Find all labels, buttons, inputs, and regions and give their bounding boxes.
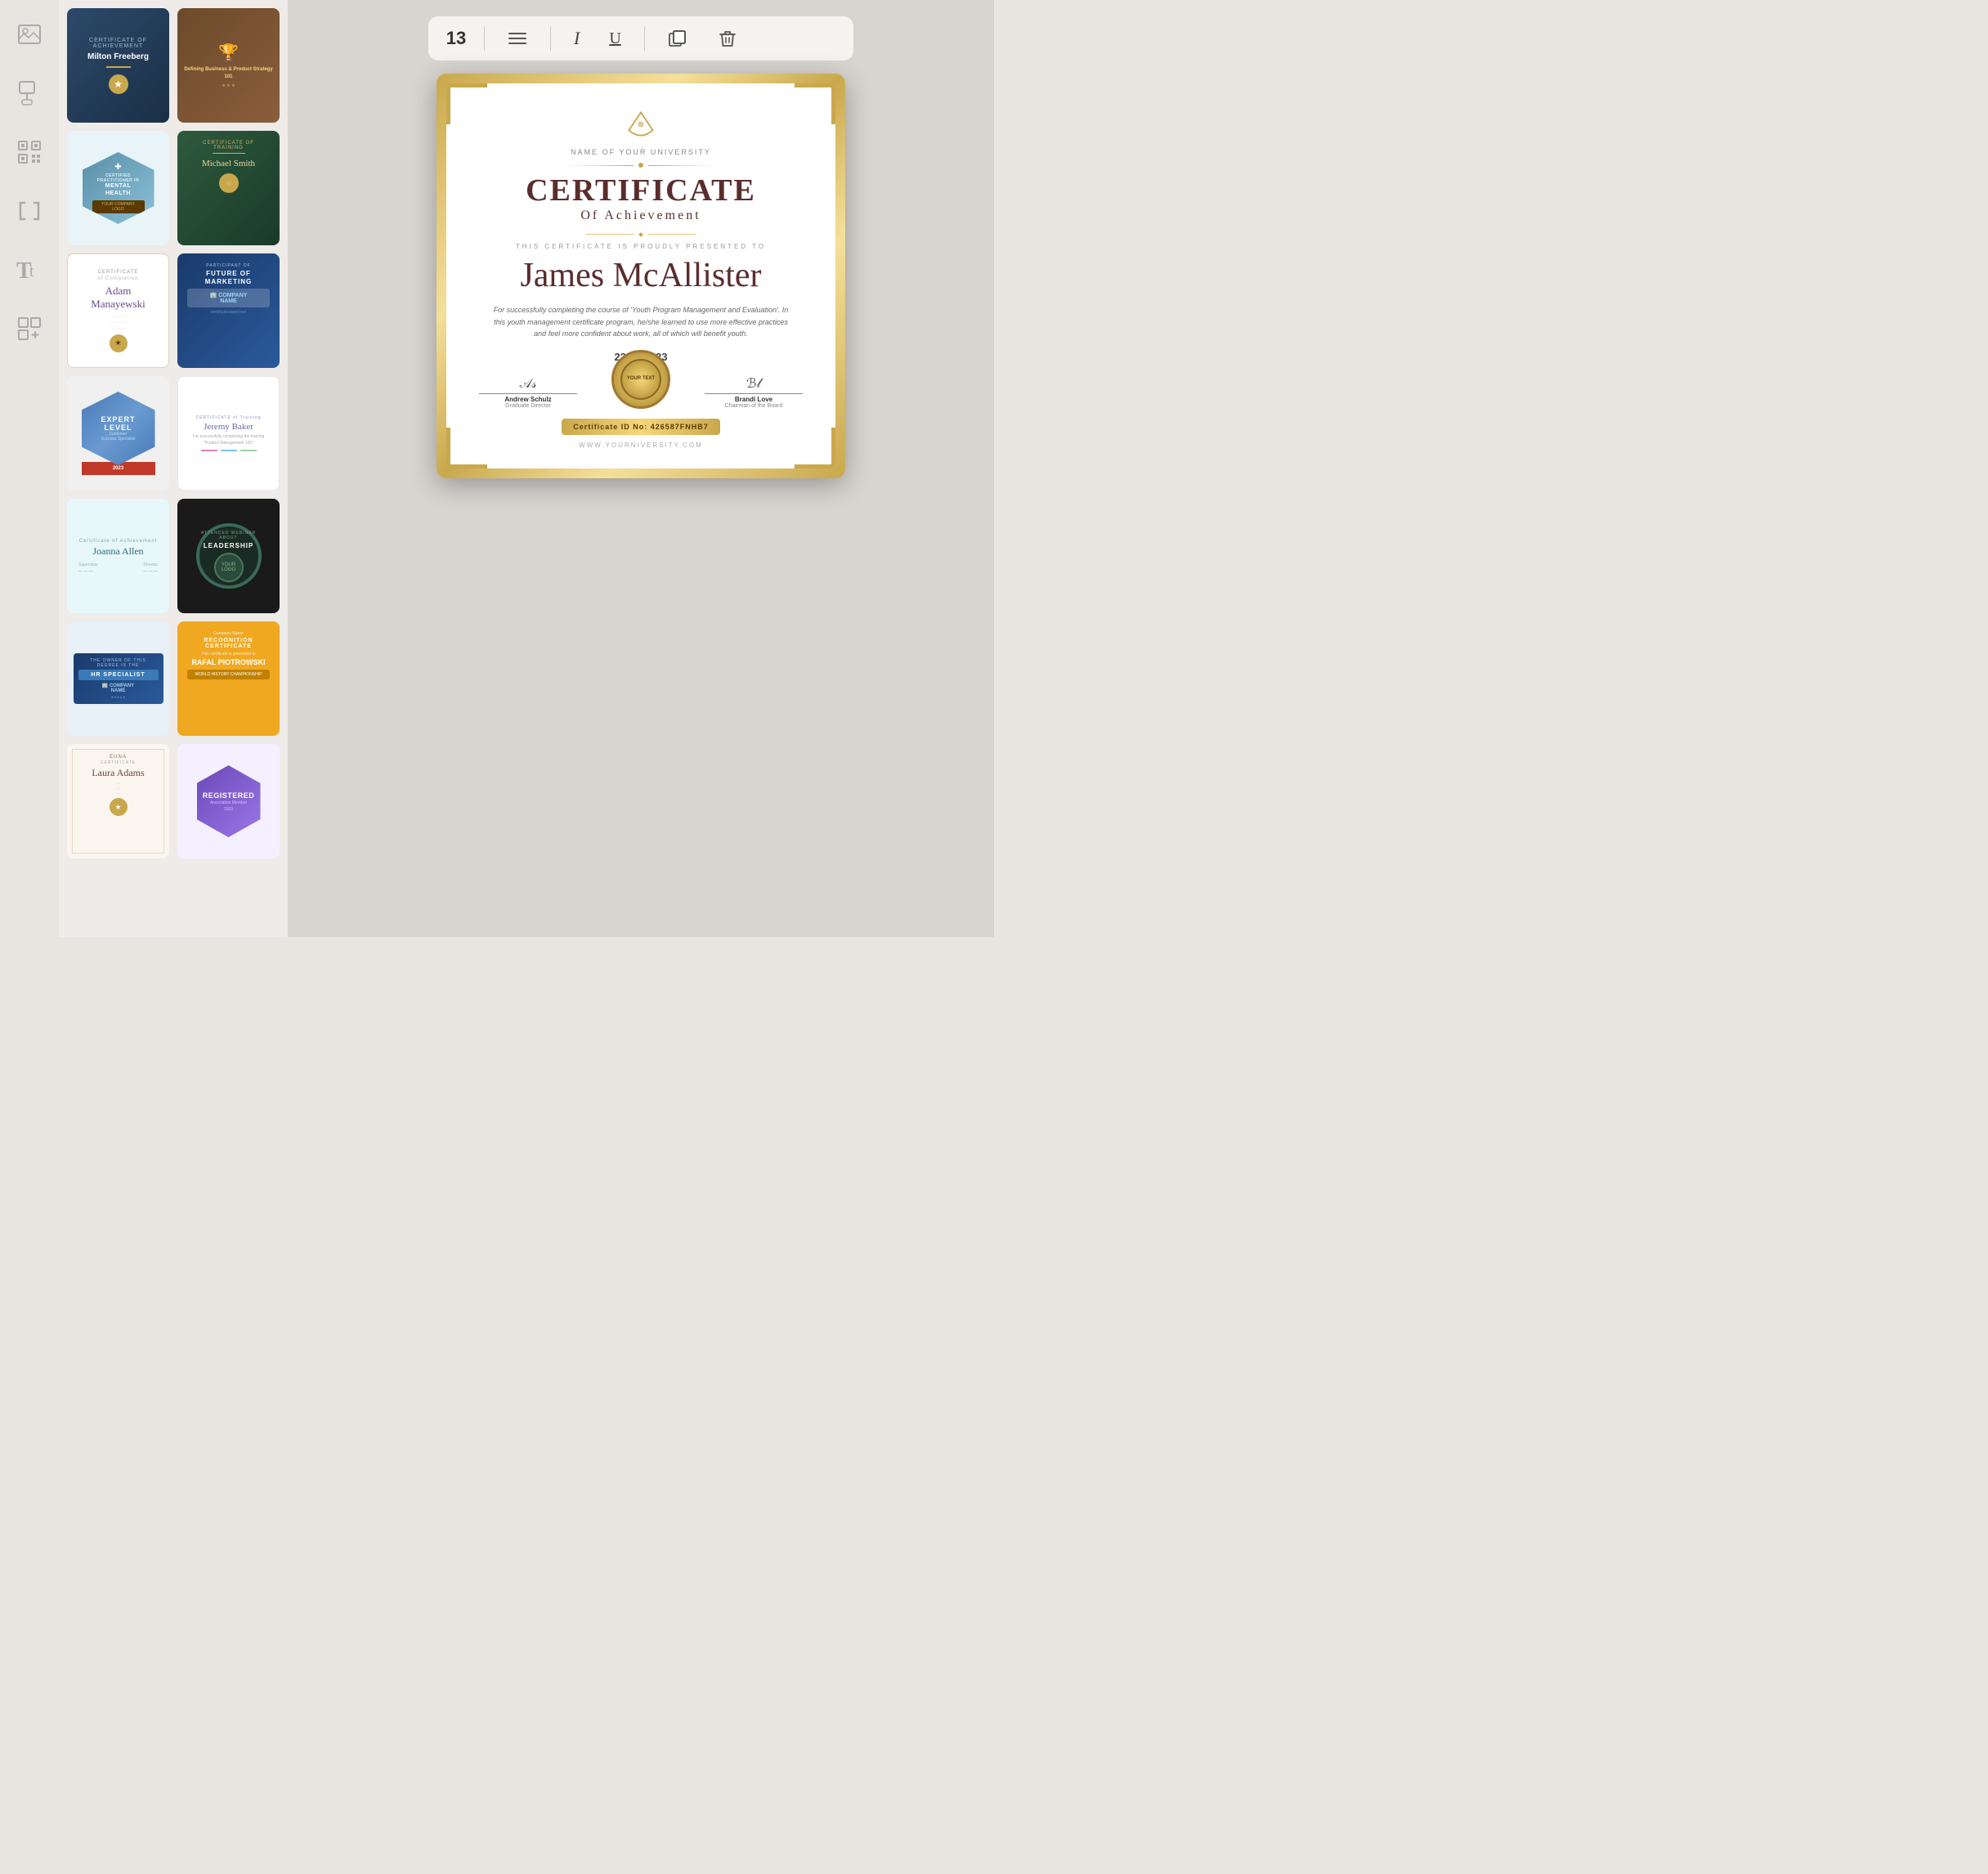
cert-signer1-name: Andrew Schulz — [479, 396, 577, 403]
cert-sig1-script: 𝒜𝓈 — [479, 377, 577, 392]
template-item[interactable]: EUNA CERTIFICATE Laura Adams ...........… — [67, 744, 169, 859]
template-item[interactable]: EXPERTLEVEL CustomerSuccess Specialist 2… — [67, 376, 169, 491]
cert-signer2-name: Brandi Love — [705, 396, 803, 403]
font-size-value[interactable]: 13 — [445, 28, 468, 49]
cert-description: For successfully completing the course o… — [479, 304, 803, 339]
cert-signer2: ℬ𝓁 Brandi Love Chairman of the Board — [705, 375, 803, 409]
template-item[interactable]: ✚ CERTIFIED PRACTITIONER IN MENTALHEALTH… — [67, 131, 169, 245]
cert-signatures: 𝒜𝓈 Andrew Schulz Graduate Director YOUR … — [479, 375, 803, 409]
editor-toolbar: 13 I U — [428, 16, 853, 61]
cert-recipient-name: James McAllister — [479, 255, 803, 296]
qr-tool-icon[interactable] — [11, 134, 47, 170]
delete-button[interactable] — [712, 25, 743, 52]
template-item[interactable]: CERTIFICATE of Completion Adam Manayewsk… — [67, 253, 169, 368]
template-item[interactable]: CERTIFICATE OF ACHIEVEMENT Milton Freebe… — [67, 8, 169, 123]
cert-title-sub: Of Achievement — [479, 208, 803, 223]
certificate-inner: Name of Your University Certificate Of A… — [446, 83, 835, 468]
toolbar-divider-3 — [644, 26, 645, 51]
cert-signer1-title: Graduate Director — [479, 403, 577, 409]
template-item[interactable]: CERTIFICATE OF TRAINING Michael Smith ★ — [177, 131, 280, 245]
left-toolbar: T t — [0, 0, 59, 937]
copy-button[interactable] — [661, 26, 696, 51]
template-item[interactable]: ATTENDED WEBINAR ABOUT LEADERSHIP YOURLO… — [177, 499, 280, 613]
template-item[interactable]: Company Name RECOGNITIONCERTIFICATE This… — [177, 621, 280, 736]
cert-id-bar: Certificate ID No: 426587FNHB7 — [562, 419, 720, 435]
cert-sig2-script: ℬ𝓁 — [705, 375, 803, 392]
cert-signer1: 𝒜𝓈 Andrew Schulz Graduate Director — [479, 377, 577, 409]
cert-logo — [479, 108, 803, 145]
template-item[interactable]: THE OWNER OF THIS DEGREE IS THE HR SPECI… — [67, 621, 169, 736]
underline-button[interactable]: U — [602, 26, 627, 52]
cert-website: WWW.YOURNIVERSITY.COM — [479, 442, 803, 449]
corner-br — [795, 428, 835, 468]
corner-tr — [795, 83, 835, 124]
corner-tl — [446, 83, 487, 124]
cert-university: Name of Your University — [479, 148, 803, 156]
toolbar-divider-2 — [550, 26, 551, 51]
cert-seal-text: YOUR TEXT — [627, 376, 655, 383]
grid-add-tool-icon[interactable] — [11, 311, 47, 347]
toolbar-divider-1 — [484, 26, 485, 51]
italic-button[interactable]: I — [567, 25, 586, 52]
paint-tool-icon[interactable] — [11, 75, 47, 111]
template-item[interactable]: 🏆 Defining Business & Product Strategy 1… — [177, 8, 280, 123]
certificate-preview: Name of Your University Certificate Of A… — [437, 74, 845, 478]
cert-seal: YOUR TEXT — [611, 350, 670, 409]
svg-text:t: t — [29, 262, 34, 280]
corner-bl — [446, 428, 487, 468]
template-item[interactable]: Certificate of Achievement Joanna Allen … — [67, 499, 169, 613]
bracket-tool-icon[interactable] — [11, 193, 47, 229]
image-tool-icon[interactable] — [11, 16, 47, 52]
template-item[interactable]: PARTICIPANT OF FUTURE OFMARKETING 🏢 COMP… — [177, 253, 280, 368]
cert-presented-label: This Certificate is Proudly Presented To — [479, 243, 803, 250]
template-item[interactable]: CERTIFICATE of Training Jeremy Baker For… — [177, 376, 280, 491]
templates-panel: CERTIFICATE OF ACHIEVEMENT Milton Freebe… — [59, 0, 288, 937]
align-button[interactable] — [501, 27, 534, 50]
template-item[interactable]: REGISTERED Association Member 2023 — [177, 744, 280, 859]
cert-title-main: Certificate — [479, 174, 803, 208]
cert-signer2-title: Chairman of the Board — [705, 403, 803, 409]
main-editor: 13 I U — [288, 0, 994, 937]
text-tool-icon[interactable]: T t — [11, 252, 47, 288]
